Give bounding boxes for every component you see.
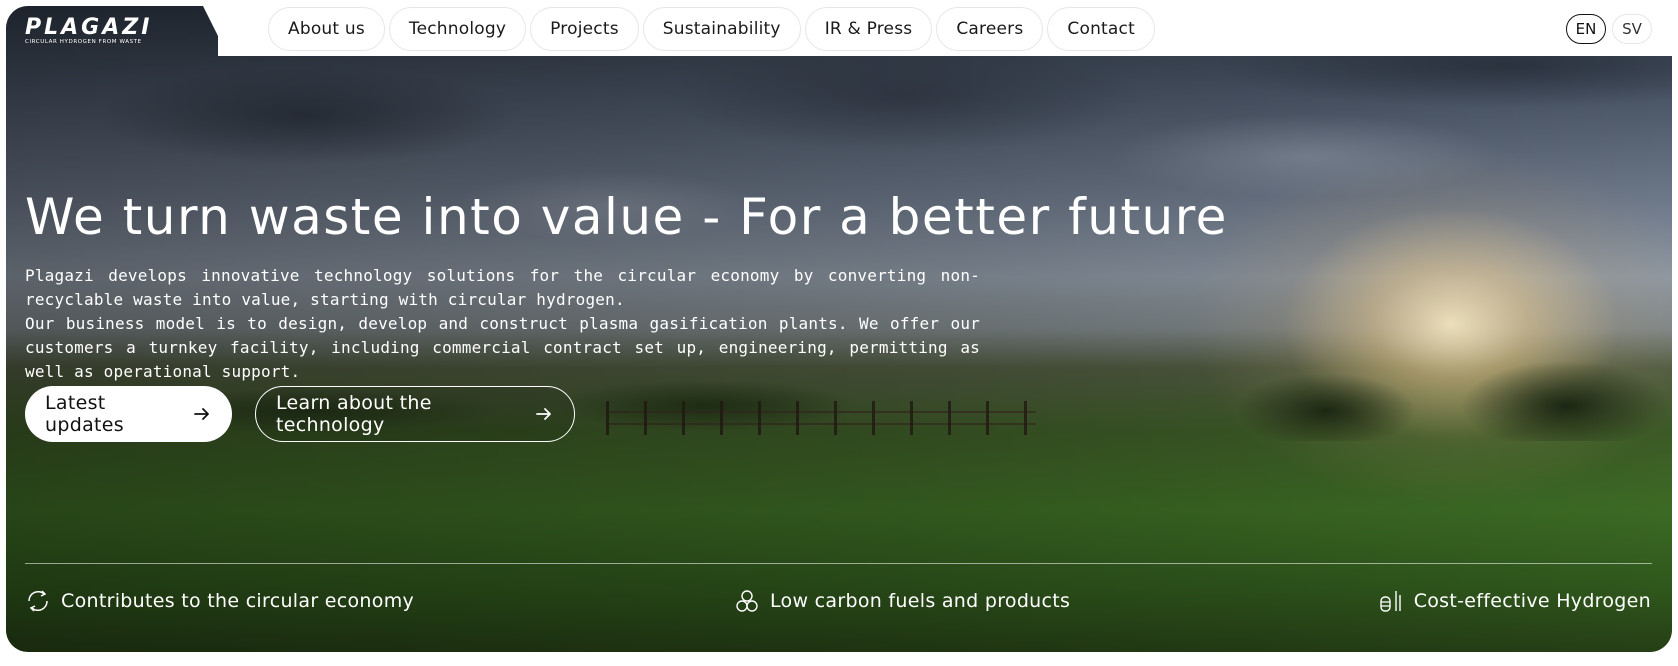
nav-projects[interactable]: Projects [530,7,639,51]
logo-wordmark: PLAGAZI [25,15,153,40]
arrow-right-icon [534,404,554,424]
nav-careers[interactable]: Careers [936,7,1044,51]
feature-hydrogen-label: Cost-effective Hydrogen [1413,590,1651,612]
hero-headline: We turn waste into value - For a better … [25,188,1228,246]
hero-description: Plagazi develops innovative technology s… [25,264,980,384]
features-divider [25,563,1652,564]
feature-low-carbon-label: Low carbon fuels and products [770,590,1071,612]
learn-technology-button[interactable]: Learn about the technology [255,386,575,442]
logo[interactable]: PLAGAZI CIRCULAR HYDROGEN FROM WASTE [25,15,153,46]
language-en-button[interactable]: EN [1566,14,1606,44]
feature-circular-economy: Contributes to the circular economy [25,588,414,614]
nav-about-us[interactable]: About us [268,7,385,51]
cylinders-icon [1378,588,1404,614]
hero-paragraph-2: Our business model is to design, develop… [25,314,980,381]
latest-updates-label: Latest updates [45,392,124,436]
arrow-right-icon [192,404,212,424]
nav-technology[interactable]: Technology [388,7,527,51]
hero-paragraph-1: Plagazi develops innovative technology s… [25,266,980,309]
latest-updates-button[interactable]: Latest updates [25,386,232,442]
learn-technology-label: Learn about the technology [276,392,432,436]
top-navigation: PLAGAZI CIRCULAR HYDROGEN FROM WASTE Abo… [0,0,1678,56]
nav-contact[interactable]: Contact [1047,7,1155,51]
feature-low-carbon: Low carbon fuels and products [734,588,1070,614]
molecule-icon [734,588,760,614]
feature-circular-economy-label: Contributes to the circular economy [61,590,415,612]
nav-ir-press[interactable]: IR & Press [804,7,933,51]
language-switcher: EN SV [1566,14,1652,44]
feature-hydrogen: Cost-effective Hydrogen [1378,588,1651,614]
recycle-arrows-icon [25,588,51,614]
nav-links: About us Technology Projects Sustainabil… [268,7,1155,51]
language-sv-button[interactable]: SV [1612,14,1652,44]
nav-sustainability[interactable]: Sustainability [642,7,801,51]
logo-tagline: CIRCULAR HYDROGEN FROM WASTE [25,39,142,45]
